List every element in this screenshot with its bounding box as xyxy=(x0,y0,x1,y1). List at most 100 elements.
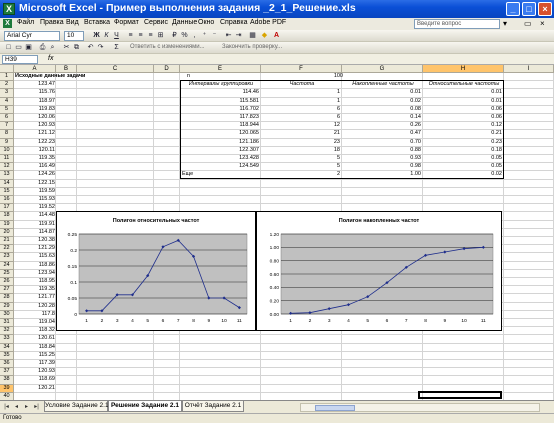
source-data-cell[interactable]: 114.48 xyxy=(14,212,56,219)
row-header[interactable]: 27 xyxy=(0,286,14,295)
row-header[interactable]: 39 xyxy=(0,384,14,393)
table-cell[interactable]: 1.00 xyxy=(342,171,422,178)
row-header[interactable]: 18 xyxy=(0,212,14,221)
select-all-corner[interactable] xyxy=(0,65,14,73)
increase-decimal-icon[interactable]: ⁺ xyxy=(200,31,209,40)
source-data-cell[interactable]: 118.97 xyxy=(14,98,56,105)
table-cell[interactable]: 0.26 xyxy=(342,122,422,129)
source-data-cell[interactable]: 117.8 xyxy=(14,311,56,318)
table-cell[interactable]: Еще xyxy=(182,171,262,178)
source-data-cell[interactable]: 119.35 xyxy=(14,286,56,293)
underline-icon[interactable]: Ч xyxy=(112,31,121,40)
bold-icon[interactable]: Ж xyxy=(92,31,101,40)
table-cell[interactable]: 120.065 xyxy=(180,130,260,137)
source-data-cell[interactable]: 118.95 xyxy=(14,278,56,285)
preview-icon[interactable]: ⌕ xyxy=(48,43,57,52)
table-cell[interactable]: 1 xyxy=(261,98,341,105)
decrease-decimal-icon[interactable]: ⁻ xyxy=(210,31,219,40)
horizontal-scrollbar[interactable] xyxy=(300,403,540,412)
next-sheet-icon[interactable]: ▸ xyxy=(22,403,31,411)
source-data-cell[interactable]: 116.49 xyxy=(14,163,56,170)
row-header[interactable]: 22 xyxy=(0,245,14,254)
last-sheet-icon[interactable]: ▸| xyxy=(32,403,41,411)
chart-relative-frequency-polygon[interactable]: Полигон относительных частот 0 0.05 0.1 0.15… xyxy=(56,211,256,331)
table-cell[interactable]: 115.581 xyxy=(180,98,260,105)
table-cell[interactable]: 0.01 xyxy=(423,98,503,105)
table-cell[interactable]: 0.01 xyxy=(423,89,503,96)
source-data-cell[interactable]: 120.38 xyxy=(14,237,56,244)
tab-report[interactable]: Отчёт Задание 2.1 xyxy=(182,401,244,412)
source-data-cell[interactable]: 117.39 xyxy=(14,360,56,367)
source-data-cell[interactable]: 115.63 xyxy=(14,253,56,260)
row-header[interactable]: 10 xyxy=(0,146,14,155)
workbook-icon[interactable]: X xyxy=(3,19,12,28)
row-header[interactable]: 28 xyxy=(0,294,14,303)
row-header[interactable]: 31 xyxy=(0,319,14,328)
source-data-cell[interactable]: 122.15 xyxy=(14,180,56,187)
menu-insert[interactable]: Вставка xyxy=(84,19,110,26)
table-cell[interactable]: 114.46 xyxy=(180,89,260,96)
thousands-icon[interactable]: ‚ xyxy=(190,31,199,40)
row-header[interactable]: 15 xyxy=(0,187,14,196)
table-cell[interactable]: 0.08 xyxy=(342,106,422,113)
table-cell[interactable]: 5 xyxy=(261,155,341,162)
source-data-cell[interactable]: 118.84 xyxy=(14,344,56,351)
row-header[interactable]: 35 xyxy=(0,351,14,360)
menu-help[interactable]: Справка xyxy=(220,19,247,26)
table-cell[interactable]: 0.01 xyxy=(342,89,422,96)
table-cell[interactable]: 121.186 xyxy=(180,139,260,146)
merge-cells-icon[interactable]: ⊞ xyxy=(156,31,165,40)
percent-icon[interactable]: % xyxy=(180,31,189,40)
table-cell[interactable]: 0.06 xyxy=(423,114,503,121)
increase-indent-icon[interactable]: ⇥ xyxy=(234,31,243,40)
table-cell[interactable]: 118.944 xyxy=(180,122,260,129)
row-header[interactable]: 29 xyxy=(0,302,14,311)
row-header[interactable]: 40 xyxy=(0,392,14,400)
source-data-cell[interactable]: 121.29 xyxy=(14,245,56,252)
table-cell[interactable]: 0.02 xyxy=(423,171,503,178)
row-header[interactable]: 4 xyxy=(0,97,14,106)
source-data-cell[interactable]: 120.93 xyxy=(14,122,56,129)
source-data-cell[interactable]: 119.83 xyxy=(14,106,56,113)
source-data-cell[interactable]: 119.35 xyxy=(14,155,56,162)
source-data-cell[interactable]: 120.21 xyxy=(14,385,56,392)
source-data-cell[interactable]: 121.77 xyxy=(14,294,56,301)
row-header[interactable]: 19 xyxy=(0,220,14,229)
close-button[interactable]: × xyxy=(538,2,552,16)
table-cell[interactable]: 2 xyxy=(261,171,341,178)
workbook-close-icon[interactable]: × xyxy=(540,19,545,28)
menu-tools[interactable]: Сервис xyxy=(144,19,168,26)
workbook-restore-icon[interactable]: ▭ xyxy=(524,19,532,28)
row-header[interactable]: 3 xyxy=(0,89,14,98)
menu-format[interactable]: Формат xyxy=(114,19,139,26)
column-header-b[interactable]: B xyxy=(56,65,77,73)
column-header-i[interactable]: I xyxy=(504,65,554,73)
font-color-icon[interactable]: A xyxy=(272,31,281,40)
fill-color-icon[interactable]: ◆ xyxy=(260,31,269,40)
source-data-cell[interactable]: 114.87 xyxy=(14,229,56,236)
font-name-select[interactable]: Arial Cyr xyxy=(4,31,60,41)
copy-icon[interactable]: ⧉ xyxy=(72,43,81,52)
row-header[interactable]: 24 xyxy=(0,261,14,270)
table-cell[interactable]: 0.02 xyxy=(342,98,422,105)
menu-file[interactable]: Файл xyxy=(17,19,34,26)
table-cell[interactable]: 5 xyxy=(261,163,341,170)
row-header[interactable]: 33 xyxy=(0,335,14,344)
table-cell[interactable]: 0.88 xyxy=(342,147,422,154)
table-cell[interactable]: 0.47 xyxy=(342,130,422,137)
table-cell[interactable]: 117.823 xyxy=(180,114,260,121)
insert-function-icon[interactable]: fx xyxy=(48,55,53,62)
row-header[interactable]: 13 xyxy=(0,171,14,180)
table-cell[interactable]: 0.70 xyxy=(342,139,422,146)
table-cell[interactable]: 116.702 xyxy=(180,106,260,113)
menu-view[interactable]: Вид xyxy=(66,19,79,26)
column-header-c[interactable]: C xyxy=(77,65,154,73)
table-cell[interactable]: 0.98 xyxy=(342,163,422,170)
menu-window[interactable]: Окно xyxy=(198,19,214,26)
row-header[interactable]: 38 xyxy=(0,376,14,385)
source-data-cell[interactable]: 121.12 xyxy=(14,130,56,137)
row-header[interactable]: 37 xyxy=(0,368,14,377)
row-header[interactable]: 11 xyxy=(0,155,14,164)
source-data-cell[interactable]: 123.47 xyxy=(14,81,56,88)
source-data-cell[interactable]: 120.28 xyxy=(14,303,56,310)
